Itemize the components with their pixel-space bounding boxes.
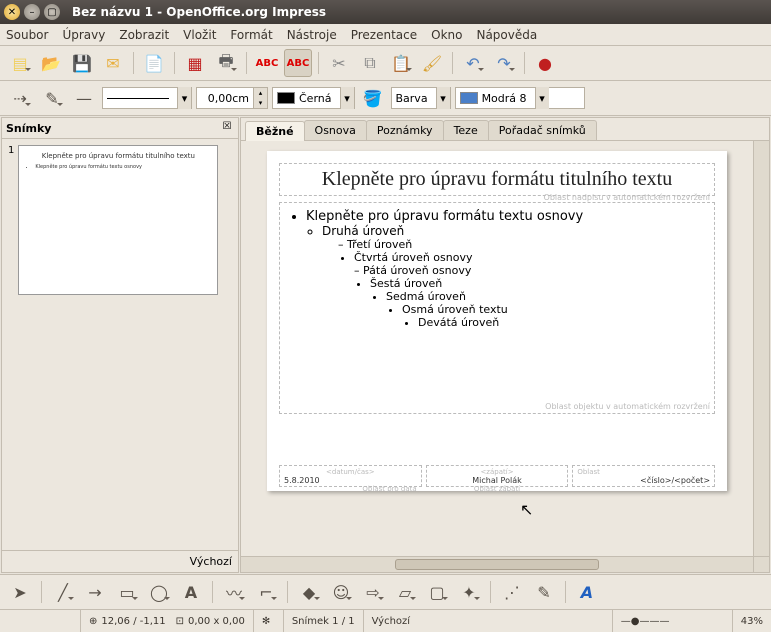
status-coords: ⊕ 12,06 / -1,11 ⊡ 0,00 x 0,00: [80, 610, 253, 632]
edit-file-button[interactable]: 📄: [140, 49, 168, 77]
slide-body-placeholder[interactable]: Oblast nadpisu v automatickém rozvržení …: [279, 202, 715, 414]
undo-button[interactable]: ↶: [459, 49, 487, 77]
record-button[interactable]: ●: [531, 49, 559, 77]
menu-view[interactable]: Zobrazit: [119, 28, 169, 42]
status-master: Výchozí: [363, 610, 612, 632]
zoom-slider[interactable]: —●———: [612, 610, 732, 632]
close-panel-button[interactable]: ☒: [220, 121, 234, 135]
slides-panel: Snímky ☒ 1 Klepněte pro úpravu formátu t…: [1, 117, 239, 573]
redo-button[interactable]: ↷: [490, 49, 518, 77]
statusbar: ⊕ 12,06 / -1,11 ⊡ 0,00 x 0,00 ✻ Snímek 1…: [0, 610, 771, 632]
slide-canvas[interactable]: Klepněte pro úpravu formátu titulního te…: [267, 151, 727, 491]
status-modified-icon: ✻: [253, 610, 283, 632]
main-edit-area: Běžné Osnova Poznámky Teze Pořadač snímk…: [240, 117, 770, 573]
status-slide-counter: Snímek 1 / 1: [283, 610, 363, 632]
basic-shapes-tool[interactable]: ◆: [295, 578, 323, 606]
line-tool[interactable]: ╱: [49, 578, 77, 606]
drawing-toolbar: ➤ ╱ → ▭ ◯ A 〰 ⌐ ◆ ☺ ⇨ ▱ ▢ ✦ ⋰ ✎ A: [0, 574, 771, 610]
autospell-button[interactable]: ABC: [284, 49, 312, 77]
highlighter-button[interactable]: ✎: [38, 84, 66, 112]
menu-tools[interactable]: Nástroje: [287, 28, 337, 42]
flowchart-tool[interactable]: ▱: [391, 578, 419, 606]
fill-bucket-button[interactable]: 🪣: [359, 84, 387, 112]
line-style-combo[interactable]: ▾: [102, 87, 192, 109]
text-tool[interactable]: A: [177, 578, 205, 606]
copy-button[interactable]: ⧉: [356, 49, 384, 77]
footer-center-box[interactable]: <zápatí> Michal Polák Oblast zápatí: [426, 465, 569, 487]
tab-outline[interactable]: Osnova: [304, 120, 367, 140]
arrow-style-button[interactable]: ⇢: [6, 84, 34, 112]
line-fill-toolbar: ⇢ ✎ — ▾ ▴▾ Černá▾ 🪣 Barva▾ Modrá 8▾: [0, 81, 771, 116]
line-width-spinner[interactable]: ▴▾: [196, 87, 268, 109]
window-maximize-button[interactable]: ▢: [44, 4, 60, 20]
save-button[interactable]: 💾: [68, 49, 96, 77]
horizontal-scrollbar[interactable]: [241, 556, 769, 572]
paste-button[interactable]: 📋: [387, 49, 415, 77]
tab-notes[interactable]: Poznámky: [366, 120, 444, 140]
window-close-button[interactable]: ✕: [4, 4, 20, 20]
cut-button[interactable]: ✂: [325, 49, 353, 77]
block-arrows-tool[interactable]: ⇨: [359, 578, 387, 606]
slide-thumbnail[interactable]: Klepněte pro úpravu formátu titulního te…: [18, 145, 218, 295]
menu-insert[interactable]: Vložit: [183, 28, 216, 42]
format-paintbrush-button[interactable]: 🖌: [418, 49, 446, 77]
ellipse-tool[interactable]: ◯: [145, 578, 173, 606]
slide-title-placeholder[interactable]: Klepněte pro úpravu formátu titulního te…: [279, 163, 715, 196]
window-minimize-button[interactable]: –: [24, 4, 40, 20]
footer-date-box[interactable]: <datum/čas> 5.8.2010 Oblast pro data: [279, 465, 422, 487]
window-title: Bez názvu 1 - OpenOffice.org Impress: [72, 5, 326, 19]
line-style-button[interactable]: —: [70, 84, 98, 112]
new-document-button[interactable]: ▤: [6, 49, 34, 77]
menubar: Soubor Úpravy Zobrazit Vložit Formát Nás…: [0, 24, 771, 46]
tab-sorter[interactable]: Pořadač snímků: [488, 120, 597, 140]
menu-window[interactable]: Okno: [431, 28, 462, 42]
menu-presentation[interactable]: Prezentace: [351, 28, 417, 42]
open-button[interactable]: 📂: [37, 49, 65, 77]
print-button[interactable]: 🖶: [212, 49, 240, 77]
select-tool[interactable]: ➤: [6, 578, 34, 606]
callout-tool[interactable]: ▢: [423, 578, 451, 606]
hint-title-area: Oblast nadpisu v automatickém rozvržení: [544, 193, 710, 202]
tab-normal[interactable]: Běžné: [245, 121, 305, 141]
standard-toolbar: ▤ 📂 💾 ✉ 📄 ▦ 🖶 ABC ABC ✂ ⧉ 📋 🖌 ↶ ↷ ●: [0, 46, 771, 81]
email-button[interactable]: ✉: [99, 49, 127, 77]
footer-number-box[interactable]: Oblast <číslo>/<počet>: [572, 465, 715, 487]
thumb-number: 1: [8, 145, 14, 295]
line-width-input[interactable]: [197, 92, 253, 105]
arrow-tool[interactable]: →: [81, 578, 109, 606]
fontwork-tool[interactable]: A: [573, 578, 601, 606]
symbol-shapes-tool[interactable]: ☺: [327, 578, 355, 606]
spellcheck-button[interactable]: ABC: [253, 49, 281, 77]
hint-body-area: Oblast objektu v automatickém rozvržení: [545, 402, 710, 411]
menu-help[interactable]: Nápověda: [476, 28, 537, 42]
vertical-scrollbar[interactable]: [753, 141, 769, 556]
slides-panel-title: Snímky: [6, 122, 51, 135]
points-tool[interactable]: ⋰: [498, 578, 526, 606]
fill-type-combo[interactable]: Barva▾: [391, 87, 451, 109]
line-color-combo[interactable]: Černá▾: [272, 87, 355, 109]
menu-file[interactable]: Soubor: [6, 28, 48, 42]
export-pdf-button[interactable]: ▦: [181, 49, 209, 77]
fill-color-combo[interactable]: Modrá 8▾: [455, 87, 585, 109]
rectangle-tool[interactable]: ▭: [113, 578, 141, 606]
curve-tool[interactable]: 〰: [220, 578, 248, 606]
connector-tool[interactable]: ⌐: [252, 578, 280, 606]
glue-tool[interactable]: ✎: [530, 578, 558, 606]
zoom-value[interactable]: 43%: [732, 610, 771, 632]
layout-name: Výchozí: [2, 550, 238, 572]
menu-edit[interactable]: Úpravy: [62, 28, 105, 42]
stars-tool[interactable]: ✦: [455, 578, 483, 606]
menu-format[interactable]: Formát: [230, 28, 272, 42]
tab-handout[interactable]: Teze: [443, 120, 489, 140]
